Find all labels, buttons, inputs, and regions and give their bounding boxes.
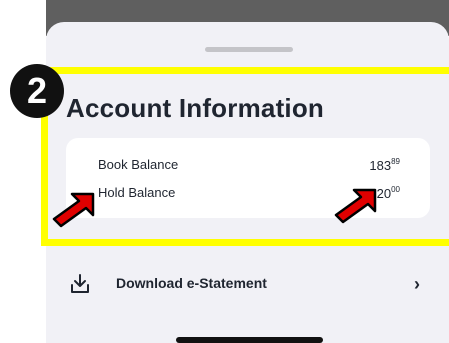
sheet-drag-handle[interactable] <box>205 47 293 52</box>
arrow-pointer-hold-balance-value <box>334 188 377 224</box>
hold-balance-label: Hold Balance <box>98 185 176 200</box>
hold-balance-value: 2000 <box>377 185 400 201</box>
download-statement-row[interactable]: Download e-Statement › <box>46 258 449 308</box>
hold-balance-amount: 20 <box>376 186 392 201</box>
download-statement-label: Download e-Statement <box>116 275 267 291</box>
book-balance-cents: 89 <box>391 157 400 166</box>
book-balance-label: Book Balance <box>98 157 179 172</box>
book-balance-amount: 183 <box>369 158 392 173</box>
download-icon <box>71 274 89 293</box>
book-balance-value: 18389 <box>369 157 400 173</box>
account-information-title: Account Information <box>66 93 325 123</box>
chevron-right-icon: › <box>414 274 420 294</box>
arrow-pointer-hold-balance-label <box>52 192 95 228</box>
home-indicator <box>176 337 323 343</box>
step-number-badge: 2 <box>10 64 64 118</box>
hold-balance-cents: 00 <box>391 185 400 194</box>
